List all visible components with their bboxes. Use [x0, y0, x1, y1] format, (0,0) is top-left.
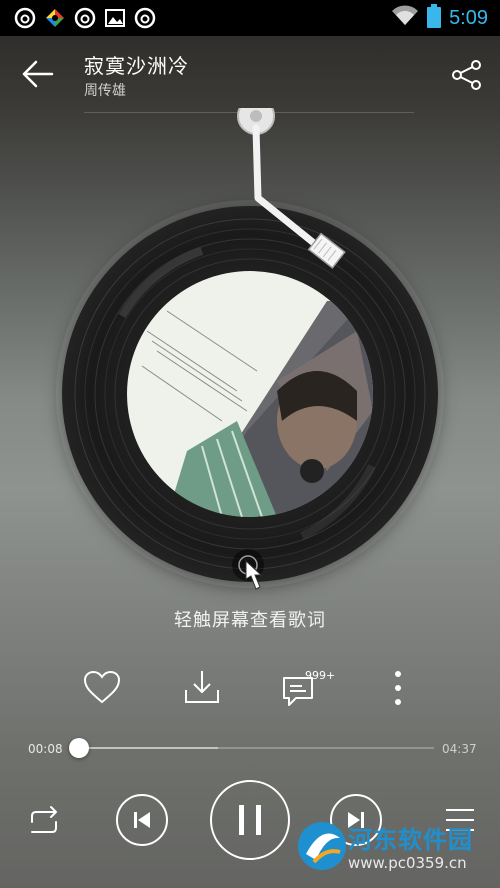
- watermark: 河东软件园 www.pc0359.cn: [296, 814, 496, 884]
- progress-buffered: [68, 747, 218, 749]
- wifi-icon: [391, 5, 419, 31]
- clock: 5:09: [449, 6, 488, 29]
- netease-music-icon: [74, 7, 96, 29]
- download-icon: [185, 671, 219, 703]
- tonearm: [237, 108, 346, 269]
- progress-thumb[interactable]: [68, 738, 89, 758]
- back-button[interactable]: [20, 56, 56, 92]
- watermark-url: www.pc0359.cn: [348, 854, 467, 872]
- current-time: 00:08: [28, 742, 63, 756]
- total-time: 04:37: [442, 742, 477, 756]
- watermark-logo-icon: [298, 822, 346, 870]
- album-cover: [127, 271, 373, 517]
- more-vertical-icon: [395, 671, 401, 705]
- colorful-app-icon: [44, 7, 66, 29]
- player-header: 寂寞沙洲冷 周传雄: [0, 36, 500, 112]
- pause-icon: [239, 805, 261, 835]
- repeat-icon: [31, 806, 57, 833]
- like-button[interactable]: [82, 668, 122, 708]
- battery-icon: [427, 4, 442, 32]
- touch-hint-icon: [224, 543, 280, 599]
- heart-icon: [83, 670, 121, 704]
- album-art-image: [127, 271, 373, 517]
- share-icon: [452, 60, 481, 90]
- download-button[interactable]: [182, 668, 222, 708]
- artist-name[interactable]: 周传雄: [84, 80, 126, 100]
- action-row: [0, 668, 500, 712]
- share-button[interactable]: [450, 58, 484, 92]
- song-title: 寂寞沙洲冷: [84, 54, 189, 78]
- back-arrow-icon: [22, 60, 54, 88]
- lyric-hint[interactable]: 轻触屏幕查看歌词: [0, 606, 500, 632]
- status-bar: 5:09: [0, 0, 500, 36]
- watermark-name: 河东软件园: [348, 826, 473, 854]
- pause-button[interactable]: [210, 780, 290, 860]
- comment-count-badge: 999+: [305, 669, 336, 682]
- netease-music-icon: [14, 7, 36, 29]
- more-button[interactable]: [378, 668, 418, 708]
- skip-previous-icon: [134, 812, 150, 828]
- gallery-icon: [104, 7, 126, 29]
- repeat-mode-button[interactable]: [24, 804, 64, 840]
- netease-music-icon: [134, 7, 156, 29]
- previous-button[interactable]: [116, 794, 168, 846]
